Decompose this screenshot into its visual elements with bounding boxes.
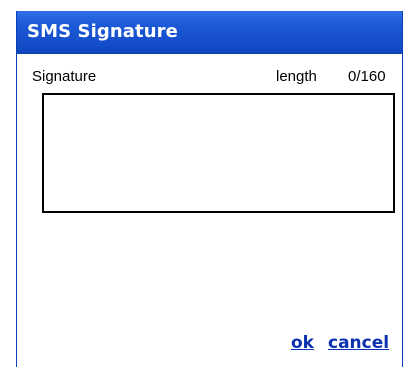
- title-bar: SMS Signature: [17, 11, 402, 54]
- ok-button[interactable]: ok: [291, 333, 314, 353]
- cancel-button[interactable]: cancel: [328, 333, 389, 353]
- length-label: length: [276, 68, 317, 85]
- signature-label: Signature: [32, 68, 97, 85]
- length-counter: 0/160: [348, 68, 386, 85]
- dialog-title: SMS Signature: [27, 21, 178, 42]
- signature-input[interactable]: [42, 93, 395, 213]
- sms-signature-dialog: SMS Signature Signature length 0/160 ok …: [0, 0, 403, 367]
